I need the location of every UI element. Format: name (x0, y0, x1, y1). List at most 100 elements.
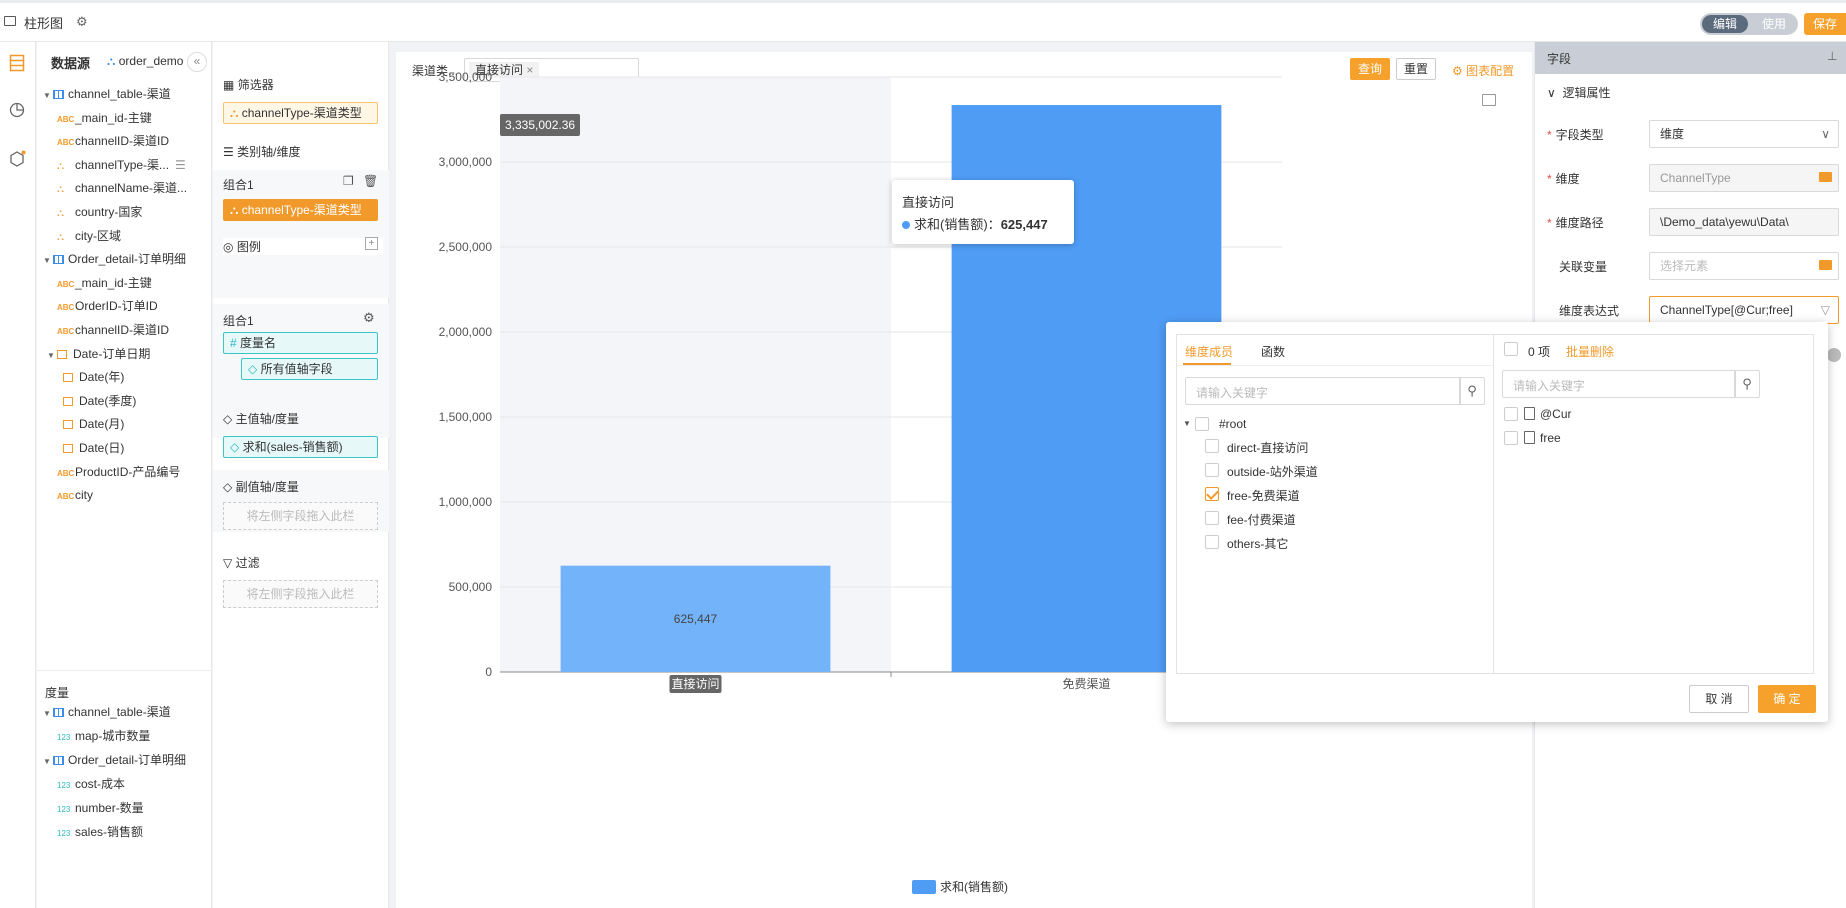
expr-input[interactable]: ChannelType[@Cur;free] ▽ (1649, 296, 1839, 324)
toggle-knob[interactable] (1827, 348, 1841, 362)
gear-icon[interactable]: ⚙ (363, 310, 375, 326)
tree-item[interactable]: ⛬ city-区域 (57, 224, 121, 248)
tree-item[interactable]: ABCOrderID-订单ID (57, 294, 158, 318)
calendar-icon (63, 444, 73, 453)
caret-down-icon[interactable]: ▼ (47, 344, 57, 368)
filter-drop-zone[interactable]: 将左侧字段拖入此栏 (223, 580, 378, 608)
mode-use[interactable]: 使用 (1752, 15, 1796, 33)
search-icon[interactable]: ⚲ (1734, 370, 1760, 398)
table-icon (53, 708, 64, 717)
table-icon (53, 255, 64, 265)
selected-checkbox[interactable] (1504, 407, 1518, 421)
tree-item-label: number-数量 (75, 801, 144, 815)
dimension-input[interactable]: ChannelType (1649, 164, 1839, 192)
member-checkbox[interactable] (1205, 463, 1219, 477)
caret-down-icon[interactable]: ▼ (43, 702, 53, 726)
table-icon (53, 756, 64, 765)
tree-item[interactable]: ABC_main_id-主键 (57, 106, 152, 130)
search-icon[interactable]: ⚲ (1459, 377, 1485, 405)
tab-functions[interactable]: 函数 (1261, 343, 1285, 360)
folder-icon[interactable] (1819, 172, 1832, 182)
menu-icon[interactable]: ☰ (175, 153, 186, 177)
ok-button[interactable]: 确 定 (1758, 685, 1816, 713)
sub-axis-drop-zone[interactable]: 将左侧字段拖入此栏 (223, 502, 378, 530)
tree-item[interactable]: Date(年) (63, 365, 124, 389)
tree-item[interactable]: ABCcity (57, 483, 93, 507)
path-input[interactable]: \Demo_data\yewu\Data\ (1649, 208, 1839, 236)
legend-pill-all-values[interactable]: ◇ 所有值轴字段 (241, 358, 378, 380)
field-type-select[interactable]: 维度 ∨ (1649, 120, 1839, 148)
mode-edit[interactable]: 编辑 (1702, 15, 1748, 33)
document-icon (1524, 407, 1535, 420)
select-all-checkbox[interactable] (1504, 342, 1518, 356)
tree-item[interactable]: Date(日) (63, 436, 124, 460)
grid-icon: ▦ (223, 78, 235, 92)
tree-item[interactable]: ▼ channel_table-渠道 (43, 82, 171, 106)
member-search-input[interactable]: 请输入关键字 (1185, 377, 1461, 405)
tree-item[interactable]: Date(季度) (63, 389, 136, 413)
caret-down-icon[interactable]: ▼ (43, 750, 53, 774)
tree-item[interactable]: ABCchannelID-渠道ID (57, 318, 169, 342)
field-type-label: * 字段类型 (1547, 128, 1604, 142)
member-checkbox[interactable] (1205, 511, 1219, 525)
tree-item[interactable]: 123 cost-成本 (57, 772, 125, 796)
save-button[interactable]: 保存 (1804, 13, 1846, 35)
data-icon[interactable] (8, 54, 26, 72)
member-panel: 维度成员 函数 请输入关键字 ⚲ ▼ #root direct-直接访问 outs… (1176, 334, 1494, 674)
tree-item[interactable]: ABCProductID-产品编号 (57, 460, 180, 484)
tree-item[interactable]: 123 map-城市数量 (57, 724, 150, 748)
collapse-icon[interactable]: « (187, 52, 207, 72)
selected-checkbox[interactable] (1504, 431, 1518, 445)
tree-item-label: channelID-渠道ID (75, 134, 170, 149)
filter-pill[interactable]: ⛬ channelType-渠道类型 (223, 102, 378, 124)
tree-item[interactable]: 123 sales-销售额 (57, 820, 143, 844)
copy-icon[interactable]: ❐ (343, 174, 354, 188)
delete-icon[interactable]: 🗑 (363, 174, 378, 188)
tree-item-label: ProductID-产品编号 (75, 464, 181, 479)
pie-chart-icon[interactable] (8, 102, 26, 120)
tree-item[interactable]: ▼ channel_table-渠道 (43, 700, 171, 724)
caret-down-icon[interactable]: ▼ (43, 84, 53, 108)
shelf-panel: ▦ 筛选器 ⛬ channelType-渠道类型 ☰ 类别轴/维度 组合1 ❐ … (213, 42, 389, 908)
tree-item[interactable]: ABCchannelID-渠道ID (57, 129, 169, 153)
x-tick-label: 直接访问 (671, 676, 719, 691)
tree-item[interactable]: ABC_main_id-主键 (57, 271, 152, 295)
field-panel-header: 字段 ⊥ (1535, 42, 1846, 74)
tree-item[interactable]: ▼ Order_detail-订单明细 (43, 748, 186, 772)
cancel-button[interactable]: 取 消 (1689, 685, 1749, 713)
category-pill[interactable]: ⛬ channelType-渠道类型 (223, 199, 378, 221)
tree-item[interactable]: ⛬ channelType-渠... ☰ (57, 153, 186, 177)
pin-icon[interactable]: ⊥ (1827, 49, 1837, 63)
member-checkbox[interactable] (1205, 487, 1219, 501)
root-checkbox[interactable] (1195, 417, 1209, 431)
text-field-icon: ABC (57, 114, 75, 124)
caret-down-icon[interactable]: ▼ (43, 249, 53, 273)
tree-item[interactable]: 123 number-数量 (57, 796, 144, 820)
datasource-selector[interactable]: ⛬ order_demo (107, 54, 183, 69)
funnel-icon[interactable]: ▽ (1821, 297, 1830, 323)
member-checkbox[interactable] (1205, 535, 1219, 549)
tree-item[interactable]: Date(月) (63, 412, 124, 436)
gear-icon[interactable]: ⚙ (76, 14, 88, 30)
chart-legend[interactable]: 求和(销售额) (912, 878, 1008, 895)
logic-section[interactable]: ∨ 逻辑属性 (1547, 84, 1610, 101)
tree-item[interactable]: ⛬ channelName-渠道... (57, 176, 187, 200)
tree-item[interactable]: ▼ Date-订单日期 (47, 342, 150, 366)
main-axis-pill[interactable]: ◇ 求和(sales-销售额) (223, 436, 378, 458)
path-label: * 维度路径 (1547, 216, 1604, 230)
component-icon[interactable] (8, 150, 26, 168)
tree-item[interactable]: ▼ Order_detail-订单明细 (43, 247, 186, 271)
tree-item-label: channel_table-渠道 (68, 87, 171, 101)
batch-delete-button[interactable]: 批量删除 (1566, 343, 1614, 360)
add-icon[interactable]: + (365, 237, 378, 250)
var-input[interactable]: 选择元素 (1649, 252, 1839, 280)
mode-toggle[interactable]: 编辑 使用 (1700, 13, 1798, 35)
legend-pill-measure-name[interactable]: # 度量名 (223, 332, 378, 354)
text-field-icon: ABC (57, 303, 75, 313)
member-checkbox[interactable] (1205, 439, 1219, 453)
tree-item[interactable]: ⛬ country-国家 (57, 200, 142, 224)
tab-members[interactable]: 维度成员 (1185, 343, 1233, 360)
selected-search-input[interactable]: 请输入关键字 (1502, 370, 1736, 398)
caret-down-icon[interactable]: ▼ (1183, 419, 1191, 428)
folder-icon[interactable] (1819, 260, 1832, 270)
